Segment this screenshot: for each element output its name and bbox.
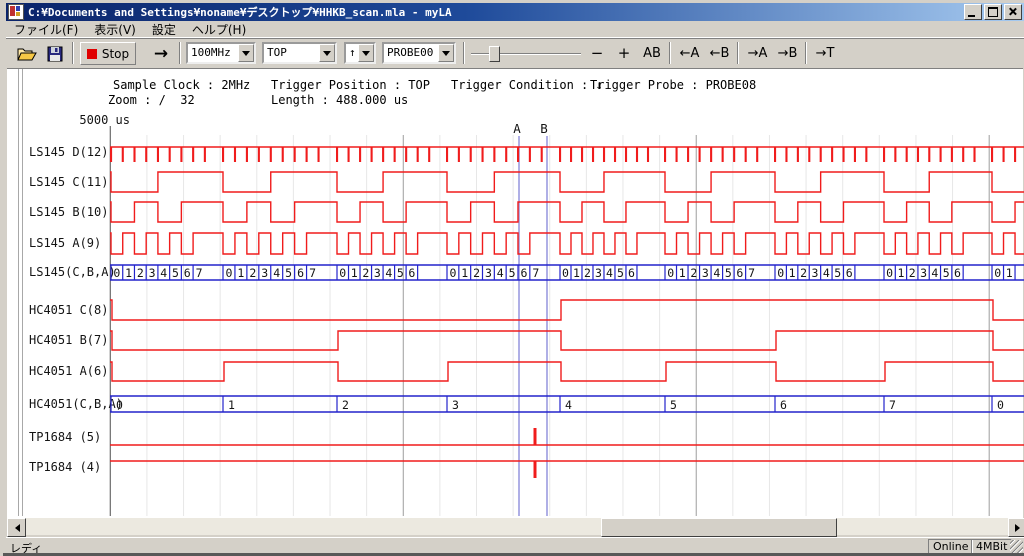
- stop-icon: [87, 49, 97, 59]
- trigger-position-value: TOP: [264, 44, 319, 62]
- scroll-left-button[interactable]: [7, 518, 26, 537]
- scrollbar-thumb[interactable]: [601, 518, 837, 537]
- slider-thumb[interactable]: [489, 46, 500, 62]
- menu-item-file[interactable]: ファイル(F): [6, 21, 86, 38]
- maximize-icon: [988, 7, 998, 17]
- trigger-edge-combo[interactable]: ↑: [344, 42, 376, 64]
- menu-item-help[interactable]: ヘルプ(H): [184, 21, 254, 38]
- scroll-right-button[interactable]: [1008, 518, 1024, 537]
- maximize-button[interactable]: [984, 4, 1002, 20]
- menu-item-view[interactable]: 表示(V): [86, 21, 144, 38]
- stop-button[interactable]: Stop: [80, 42, 136, 65]
- save-button[interactable]: [42, 42, 67, 65]
- trigger-probe-value: PROBE00: [384, 44, 438, 62]
- resize-grip[interactable]: [1010, 540, 1023, 553]
- open-file-button[interactable]: [14, 42, 39, 65]
- goto-marker-b-button[interactable]: ←B: [706, 42, 733, 64]
- minimize-button[interactable]: [964, 4, 982, 20]
- goto-trigger-button[interactable]: →T: [812, 42, 838, 64]
- toolbar: Stop → 100MHz TOP ↑ PROBE00 − + AB ←A: [6, 37, 1024, 68]
- header-trigger-probe: Trigger Probe : PROBE08: [590, 78, 756, 92]
- goto-marker-a-button[interactable]: ←A: [676, 42, 703, 64]
- left-arrow-icon: [11, 524, 20, 532]
- zoom-out-button[interactable]: −: [586, 42, 608, 64]
- trigger-edge-value: ↑: [346, 44, 358, 62]
- ab-button[interactable]: AB: [639, 42, 665, 64]
- minimize-icon: [968, 15, 975, 17]
- menu-item-settings[interactable]: 設定: [144, 21, 184, 38]
- header-trigger-condition: Trigger Condition : ↓: [451, 78, 603, 92]
- right-arrow-icon: [1015, 524, 1024, 532]
- set-marker-a-button[interactable]: →A: [744, 42, 771, 64]
- header-sample-clock: Sample Clock : 2MHz: [113, 78, 250, 92]
- run-arrow-icon: →: [154, 44, 168, 64]
- floppy-icon: [47, 46, 63, 62]
- zoom-slider[interactable]: [471, 46, 581, 62]
- header-trigger-position: Trigger Position : TOP: [271, 78, 430, 92]
- dropdown-arrow-icon: [442, 51, 450, 60]
- waveform-panel: [7, 68, 1023, 518]
- trigger-position-combo[interactable]: TOP: [262, 42, 337, 64]
- zoom-in-button[interactable]: +: [613, 42, 635, 64]
- app-window: C:¥Documents and Settings¥noname¥デスクトップ¥…: [0, 0, 1024, 556]
- stop-label: Stop: [102, 47, 129, 61]
- app-icon[interactable]: [8, 4, 24, 20]
- run-button[interactable]: →: [146, 42, 176, 65]
- trigger-probe-combo[interactable]: PROBE00: [382, 42, 456, 64]
- dropdown-arrow-icon: [362, 51, 370, 60]
- sample-clock-value: 100MHz: [188, 44, 238, 62]
- close-button[interactable]: [1004, 4, 1022, 20]
- h-scrollbar[interactable]: [7, 518, 1024, 535]
- dropdown-arrow-icon: [323, 51, 331, 60]
- open-folder-icon: [17, 46, 37, 62]
- panel-splitter[interactable]: [18, 69, 23, 516]
- menu-bar: ファイル(F) 表示(V) 設定 ヘルプ(H): [6, 21, 1024, 37]
- sample-clock-combo[interactable]: 100MHz: [186, 42, 256, 64]
- set-marker-b-button[interactable]: →B: [774, 42, 801, 64]
- header-length: Length : 488.000 us: [271, 93, 408, 107]
- status-bar: レディ Online 4MBit: [6, 537, 1024, 554]
- header-zoom: Zoom : / 32: [108, 93, 195, 107]
- title-bar: C:¥Documents and Settings¥noname¥デスクトップ¥…: [6, 3, 1024, 21]
- window-title: C:¥Documents and Settings¥noname¥デスクトップ¥…: [28, 4, 452, 20]
- dropdown-arrow-icon: [242, 51, 250, 60]
